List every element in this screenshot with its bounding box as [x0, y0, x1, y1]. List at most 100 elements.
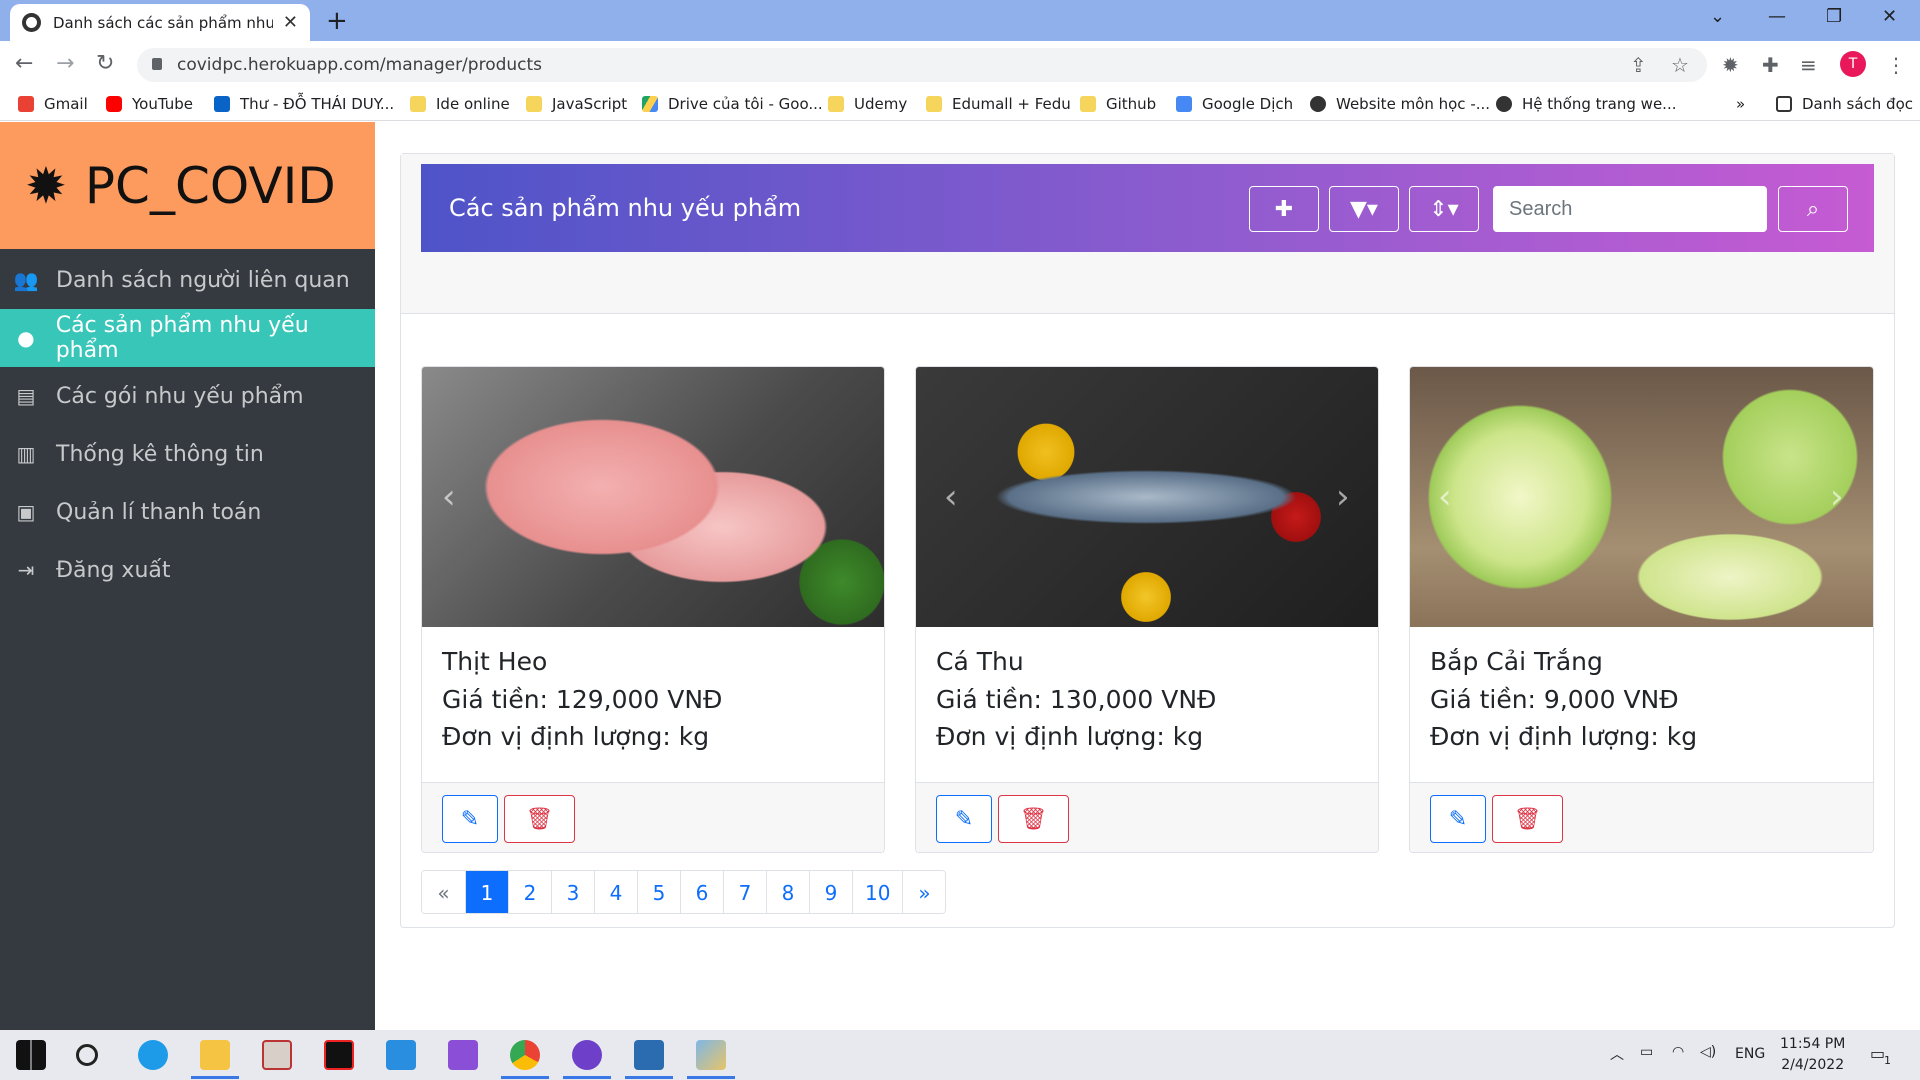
sidebar-item-label: Thống kê thông tin: [56, 441, 264, 467]
address-bar[interactable]: covidpc.herokuapp.com/manager/products: [137, 48, 1707, 82]
add-product-button[interactable]: ✚: [1249, 186, 1319, 232]
sidebar-item-statistics[interactable]: ▥ Thống kê thông tin: [0, 425, 375, 483]
visual-studio-icon[interactable]: [448, 1040, 478, 1070]
page-link-3[interactable]: 3: [551, 871, 594, 913]
browser-tab[interactable]: Danh sách các sản phẩm nhu yếu phẩm ✕: [10, 4, 310, 41]
bookmark-he-thong[interactable]: Hệ thống trang we...: [1496, 95, 1676, 113]
windows-start-icon[interactable]: [16, 1040, 46, 1070]
minimize-icon[interactable]: —: [1768, 6, 1786, 27]
pagination: « 1 2 3 4 5 6 7 8 9 10 »: [421, 870, 947, 914]
folder-icon: [526, 96, 542, 112]
reload-icon[interactable]: ↻: [96, 51, 114, 76]
snipping-tool-icon[interactable]: [262, 1040, 292, 1070]
bookmark-github[interactable]: Github: [1080, 95, 1156, 113]
media-control-icon[interactable]: ≡: [1800, 53, 1817, 77]
page-link-7[interactable]: 7: [723, 871, 766, 913]
carousel-next-icon[interactable]: ›: [1336, 477, 1350, 517]
page-link-9[interactable]: 9: [809, 871, 852, 913]
edge-icon[interactable]: [138, 1040, 168, 1070]
money-icon: ▣: [16, 500, 36, 524]
paint-icon[interactable]: [696, 1040, 726, 1070]
sidebar-item-packages[interactable]: ▤ Các gói nhu yếu phẩm: [0, 367, 375, 425]
bookmark-edumall[interactable]: Edumall + Fedu: [926, 95, 1071, 113]
page-next[interactable]: »: [902, 871, 946, 913]
bookmark-youtube[interactable]: YouTube: [106, 95, 193, 113]
chrome-icon[interactable]: [510, 1040, 540, 1070]
page-link-8[interactable]: 8: [766, 871, 809, 913]
carousel-next-icon[interactable]: ›: [1830, 477, 1844, 517]
window-close-icon[interactable]: ✕: [1882, 6, 1897, 27]
share-icon[interactable]: ⇪: [1630, 53, 1647, 77]
extension-bug-icon[interactable]: ✹: [1722, 53, 1739, 77]
page-prev[interactable]: «: [422, 871, 465, 913]
edit-button[interactable]: ✎: [442, 795, 498, 843]
profile-avatar[interactable]: T: [1840, 51, 1866, 77]
bookmark-star-icon[interactable]: ☆: [1671, 53, 1689, 77]
card-footer: ✎ 🗑: [422, 782, 884, 852]
file-explorer-active-indicator: [191, 1076, 239, 1079]
new-tab-button[interactable]: +: [326, 6, 348, 36]
brand-logo[interactable]: ✹ PC_COVID: [0, 122, 375, 249]
sidebar: ✹ PC_COVID 👥 Danh sách người liên quan ●…: [0, 122, 375, 1030]
edit-button[interactable]: ✎: [936, 795, 992, 843]
notification-icon[interactable]: ▭: [1870, 1044, 1885, 1063]
github-desktop-icon[interactable]: [572, 1040, 602, 1070]
clock-date: 2/4/2022: [1781, 1057, 1845, 1073]
browser-menu-icon[interactable]: ⋮: [1886, 53, 1906, 77]
search-input[interactable]: [1493, 186, 1767, 232]
carousel-prev-icon[interactable]: ‹: [1438, 477, 1452, 517]
delete-button[interactable]: 🗑: [998, 795, 1069, 843]
battery-icon[interactable]: ▭: [1640, 1044, 1653, 1060]
page-link-10[interactable]: 10: [852, 871, 903, 913]
language-indicator[interactable]: ENG: [1735, 1046, 1765, 1062]
extensions-puzzle-icon[interactable]: ✚: [1762, 53, 1779, 77]
edit-button[interactable]: ✎: [1430, 795, 1486, 843]
sidebar-item-label: Các gói nhu yếu phẩm: [56, 383, 304, 409]
garena-icon[interactable]: [324, 1040, 354, 1070]
carousel-prev-icon[interactable]: ‹: [944, 477, 958, 517]
bookmark-udemy[interactable]: Udemy: [828, 95, 907, 113]
sidebar-item-products[interactable]: ● Các sản phẩm nhu yếu phẩm: [0, 309, 375, 367]
bookmark-javascript[interactable]: JavaScript: [526, 95, 627, 113]
delete-button[interactable]: 🗑: [1492, 795, 1563, 843]
page-link-6[interactable]: 6: [680, 871, 723, 913]
page-link-2[interactable]: 2: [508, 871, 551, 913]
wifi-icon[interactable]: ◠: [1672, 1044, 1684, 1060]
page-link-5[interactable]: 5: [637, 871, 680, 913]
reading-list-button[interactable]: Danh sách đọc: [1776, 95, 1913, 113]
delete-button[interactable]: 🗑: [504, 795, 575, 843]
sidebar-item-logout[interactable]: ⇥ Đăng xuất: [0, 541, 375, 599]
sidebar-item-related-people[interactable]: 👥 Danh sách người liên quan: [0, 251, 375, 309]
page-link-4[interactable]: 4: [594, 871, 637, 913]
bookmarks-bar: Gmail YouTube Thư - ĐỖ THÁI DUY... Ide o…: [0, 89, 1920, 121]
tab-search-icon[interactable]: ⌄: [1710, 6, 1725, 27]
search-button[interactable]: ⌕: [1778, 186, 1848, 232]
volume-icon[interactable]: ◁): [1700, 1044, 1716, 1060]
bookmark-website-mon-hoc[interactable]: Website môn học -...: [1310, 95, 1490, 113]
page-link-1[interactable]: 1: [465, 871, 508, 913]
tab-close-icon[interactable]: ✕: [283, 12, 298, 33]
sort-button[interactable]: ⇕▾: [1409, 186, 1479, 232]
app-window-icon[interactable]: [634, 1040, 664, 1070]
file-explorer-icon[interactable]: [200, 1040, 230, 1070]
restore-icon[interactable]: ❐: [1826, 6, 1842, 27]
carousel-prev-icon[interactable]: ‹: [442, 477, 456, 517]
search-taskbar-icon[interactable]: [76, 1044, 98, 1066]
more-bookmarks-button[interactable]: »: [1736, 95, 1745, 113]
bookmark-ide-online[interactable]: Ide online: [410, 95, 510, 113]
folder-icon: [926, 96, 942, 112]
sidebar-item-payments[interactable]: ▣ Quản lí thanh toán: [0, 483, 375, 541]
tray-chevron-icon[interactable]: ︿: [1610, 1044, 1624, 1064]
bookmark-drive[interactable]: Drive của tôi - Goo...: [642, 95, 823, 113]
forward-icon[interactable]: →: [56, 51, 74, 76]
bookmark-outlook[interactable]: Thư - ĐỖ THÁI DUY...: [214, 95, 394, 113]
filter-button[interactable]: ▼▾: [1329, 186, 1399, 232]
back-icon[interactable]: ←: [15, 51, 33, 76]
bookmark-gmail[interactable]: Gmail: [18, 95, 88, 113]
system-clock[interactable]: 11:54 PM 2/4/2022: [1780, 1034, 1845, 1076]
panel-header-area: Các sản phẩm nhu yếu phẩm ✚ ▼▾ ⇕▾ ⌕: [401, 154, 1894, 314]
browser-toolbar: ← → ↻ covidpc.herokuapp.com/manager/prod…: [0, 41, 1920, 89]
product-unit: Đơn vị định lượng: kg: [1430, 722, 1698, 751]
vscode-icon[interactable]: [386, 1040, 416, 1070]
bookmark-google-translate[interactable]: Google Dịch: [1176, 95, 1293, 113]
